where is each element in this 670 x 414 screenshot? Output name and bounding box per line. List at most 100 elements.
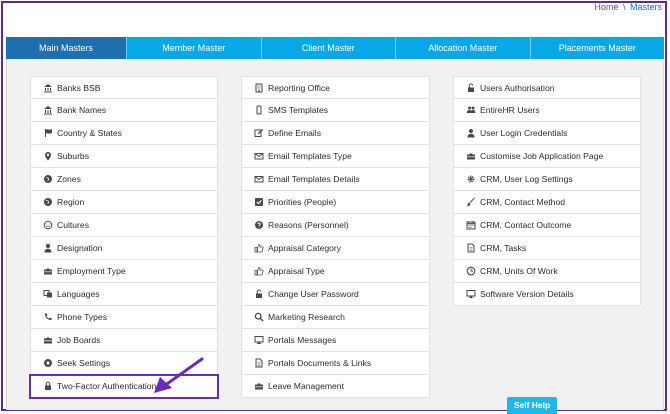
master-link-label: Change User Password <box>268 289 359 299</box>
desktop-icon <box>253 335 264 346</box>
master-link-email-templates-details[interactable]: Email Templates Details <box>241 168 430 191</box>
master-link-banks-bsb[interactable]: Banks BSB <box>30 76 218 99</box>
master-link-label: Region <box>57 197 85 207</box>
master-link-label: Define Emails <box>268 128 322 138</box>
mobile-icon <box>253 105 264 116</box>
master-link-zones[interactable]: Zones <box>30 168 218 191</box>
master-link-label: Appraisal Category <box>268 243 342 253</box>
file-icon <box>253 358 264 369</box>
master-link-label: Portals Messages <box>268 335 337 345</box>
master-link-label: User Login Credentials <box>480 128 568 138</box>
master-link-crm-contact-method[interactable]: CRM, Contact Method <box>453 191 641 214</box>
master-link-customise-job-application-page[interactable]: Customise Job Application Page <box>453 145 641 168</box>
master-tabs: Main Masters Member Master Client Master… <box>6 37 664 59</box>
user-icon <box>465 128 476 139</box>
envelope-icon <box>253 174 264 185</box>
master-link-define-emails[interactable]: Define Emails <box>241 122 430 145</box>
master-link-priorities-people[interactable]: Priorities (People) <box>241 191 430 214</box>
master-link-crm-contact-outcome[interactable]: CRM, Contact Outcome <box>453 214 641 237</box>
thumbs-up-icon <box>253 266 264 277</box>
tab-placements-master[interactable]: Placements Master <box>531 37 665 59</box>
master-link-employment-type[interactable]: Employment Type <box>30 260 218 283</box>
master-link-label: Priorities (People) <box>268 197 337 207</box>
brush-icon <box>465 197 476 208</box>
tab-member-master[interactable]: Member Master <box>127 37 262 59</box>
edit-icon <box>253 128 264 139</box>
master-link-user-login-credentials[interactable]: User Login Credentials <box>453 122 641 145</box>
master-link-label: Employment Type <box>57 266 126 276</box>
master-link-appraisal-type[interactable]: Appraisal Type <box>241 260 430 283</box>
breadcrumb-home-link[interactable]: Home <box>594 2 618 12</box>
master-link-crm-tasks[interactable]: CRM, Tasks <box>453 237 641 260</box>
desktop-icon <box>465 289 476 300</box>
master-link-label: Marketing Research <box>268 312 345 322</box>
bank-icon <box>42 82 53 93</box>
file-icon <box>465 243 476 254</box>
language-icon <box>42 289 53 300</box>
master-link-label: Languages <box>57 289 100 299</box>
user-icon <box>42 243 53 254</box>
master-link-label: Suburbs <box>57 151 90 161</box>
master-link-suburbs[interactable]: Suburbs <box>30 145 218 168</box>
breadcrumb-current-link[interactable]: Masters <box>630 2 662 12</box>
master-link-label: Designation <box>57 243 103 253</box>
master-link-phone-types[interactable]: Phone Types <box>30 306 218 329</box>
briefcase-icon <box>42 266 53 277</box>
master-link-country-and-states[interactable]: Country & States <box>30 122 218 145</box>
master-link-label: Country & States <box>57 128 122 138</box>
master-link-label: Phone Types <box>57 312 108 322</box>
master-link-label: Appraisal Type <box>268 266 325 276</box>
master-link-portals-documents-and-links[interactable]: Portals Documents & Links <box>241 352 430 375</box>
master-link-portals-messages[interactable]: Portals Messages <box>241 329 430 352</box>
master-link-label: Two-Factor Authentication <box>57 381 157 391</box>
master-link-entirehr-users[interactable]: EntireHR Users <box>453 99 641 122</box>
master-link-label: Reasons (Personnel) <box>268 220 349 230</box>
master-link-region[interactable]: Region <box>30 191 218 214</box>
globe-icon <box>42 197 53 208</box>
master-link-software-version-details[interactable]: Software Version Details <box>453 283 641 306</box>
master-link-sms-templates[interactable]: SMS Templates <box>241 99 430 122</box>
envelope-icon <box>253 151 264 162</box>
briefcase-icon <box>42 335 53 346</box>
master-link-reporting-office[interactable]: Reporting Office <box>241 76 430 99</box>
breadcrumb: Home \ Masters <box>594 2 662 12</box>
briefcase-icon <box>253 381 264 392</box>
master-link-label: Portals Documents & Links <box>268 358 372 368</box>
masters-panel: Banks BSB Bank Names Country & States Subur… <box>6 59 664 410</box>
master-link-crm-units-of-work[interactable]: CRM, Units Of Work <box>453 260 641 283</box>
master-link-appraisal-category[interactable]: Appraisal Category <box>241 237 430 260</box>
master-link-users-authorisation[interactable]: Users Authorisation <box>453 76 641 99</box>
master-link-reasons-personnel[interactable]: Reasons (Personnel) <box>241 214 430 237</box>
master-link-cultures[interactable]: Cultures <box>30 214 218 237</box>
self-help-button[interactable]: Self Help <box>507 397 557 414</box>
master-link-change-user-password[interactable]: Change User Password <box>241 283 430 306</box>
master-link-leave-management[interactable]: Leave Management <box>241 375 430 398</box>
users-icon <box>465 105 476 116</box>
master-link-bank-names[interactable]: Bank Names <box>30 99 218 122</box>
breadcrumb-separator: \ <box>622 2 626 12</box>
master-link-email-templates-type[interactable]: Email Templates Type <box>241 145 430 168</box>
master-link-crm-user-log-settings[interactable]: CRM, User Log Settings <box>453 168 641 191</box>
tab-main-masters[interactable]: Main Masters <box>6 37 127 59</box>
master-link-languages[interactable]: Languages <box>30 283 218 306</box>
master-link-label: Users Authorisation <box>480 82 555 93</box>
tab-allocation-master[interactable]: Allocation Master <box>396 37 531 59</box>
master-link-label: Software Version Details <box>480 289 574 299</box>
master-link-label: CRM, Units Of Work <box>480 266 558 276</box>
calendar-icon <box>465 220 476 231</box>
tab-client-master[interactable]: Client Master <box>262 37 396 59</box>
master-link-label: Seek Settings <box>57 358 111 368</box>
master-link-label: CRM, User Log Settings <box>480 174 573 184</box>
master-link-job-boards[interactable]: Job Boards <box>30 329 218 352</box>
master-link-marketing-research[interactable]: Marketing Research <box>241 306 430 329</box>
master-link-label: Email Templates Type <box>268 151 352 161</box>
master-link-label: CRM, Contact Outcome <box>480 220 572 230</box>
master-link-label: SMS Templates <box>268 105 329 115</box>
master-link-label: Reporting Office <box>268 82 330 93</box>
briefcase-icon <box>465 151 476 162</box>
annotation-arrow <box>154 357 204 393</box>
bank-icon <box>42 105 53 116</box>
master-link-designation[interactable]: Designation <box>30 237 218 260</box>
masters-column-2: Reporting Office SMS Templates Define Emai… <box>241 76 430 398</box>
flag-icon <box>42 128 53 139</box>
